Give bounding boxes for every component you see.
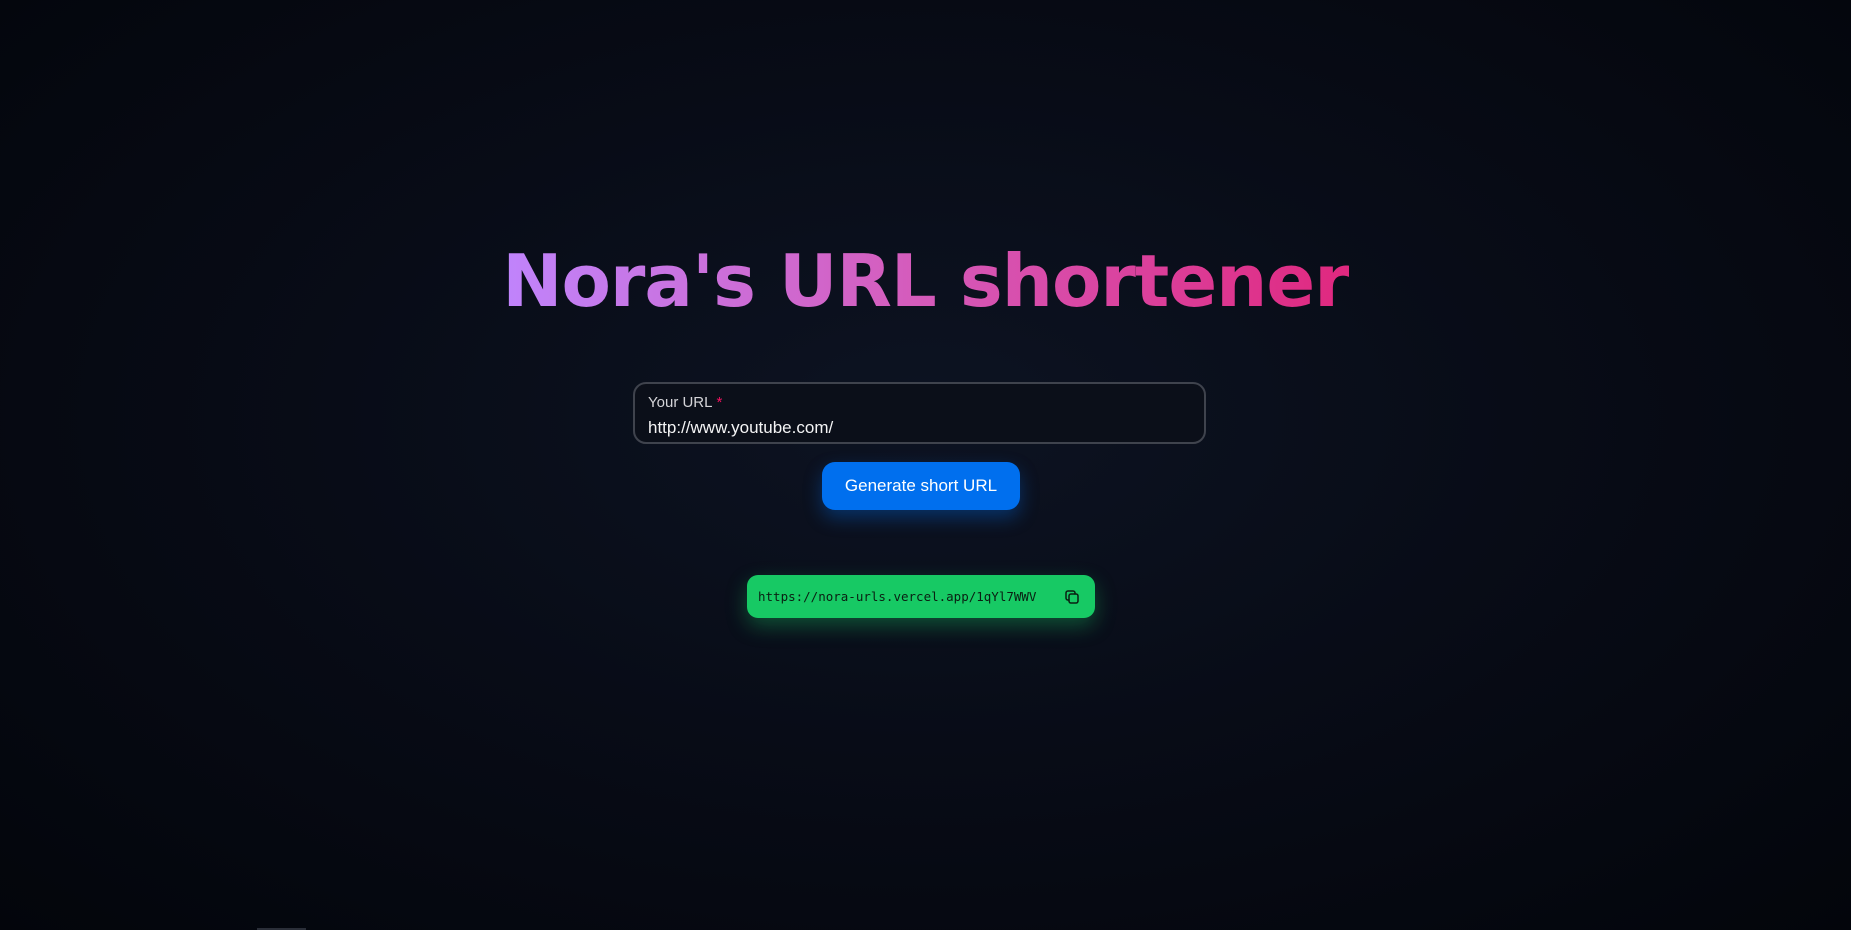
copy-icon xyxy=(1063,588,1081,606)
short-url-result: https://nora-urls.vercel.app/1qYl7WWV xyxy=(747,575,1095,618)
generate-short-url-button[interactable]: Generate short URL xyxy=(822,462,1020,510)
url-input[interactable] xyxy=(648,417,1188,439)
url-label-text: Your URL xyxy=(648,394,713,411)
title-container: Nora's URL shortener xyxy=(0,236,1851,326)
page-title: Nora's URL shortener xyxy=(502,236,1350,326)
page: Nora's URL shortener Your URL* Generate … xyxy=(0,0,1851,930)
url-field[interactable]: Your URL * xyxy=(633,382,1206,444)
short-url-text: https://nora-urls.vercel.app/1qYl7WWV xyxy=(758,589,1037,604)
required-marker: * xyxy=(716,394,723,411)
url-field-label: Your URL * xyxy=(648,394,722,412)
copy-button[interactable] xyxy=(1059,584,1085,610)
